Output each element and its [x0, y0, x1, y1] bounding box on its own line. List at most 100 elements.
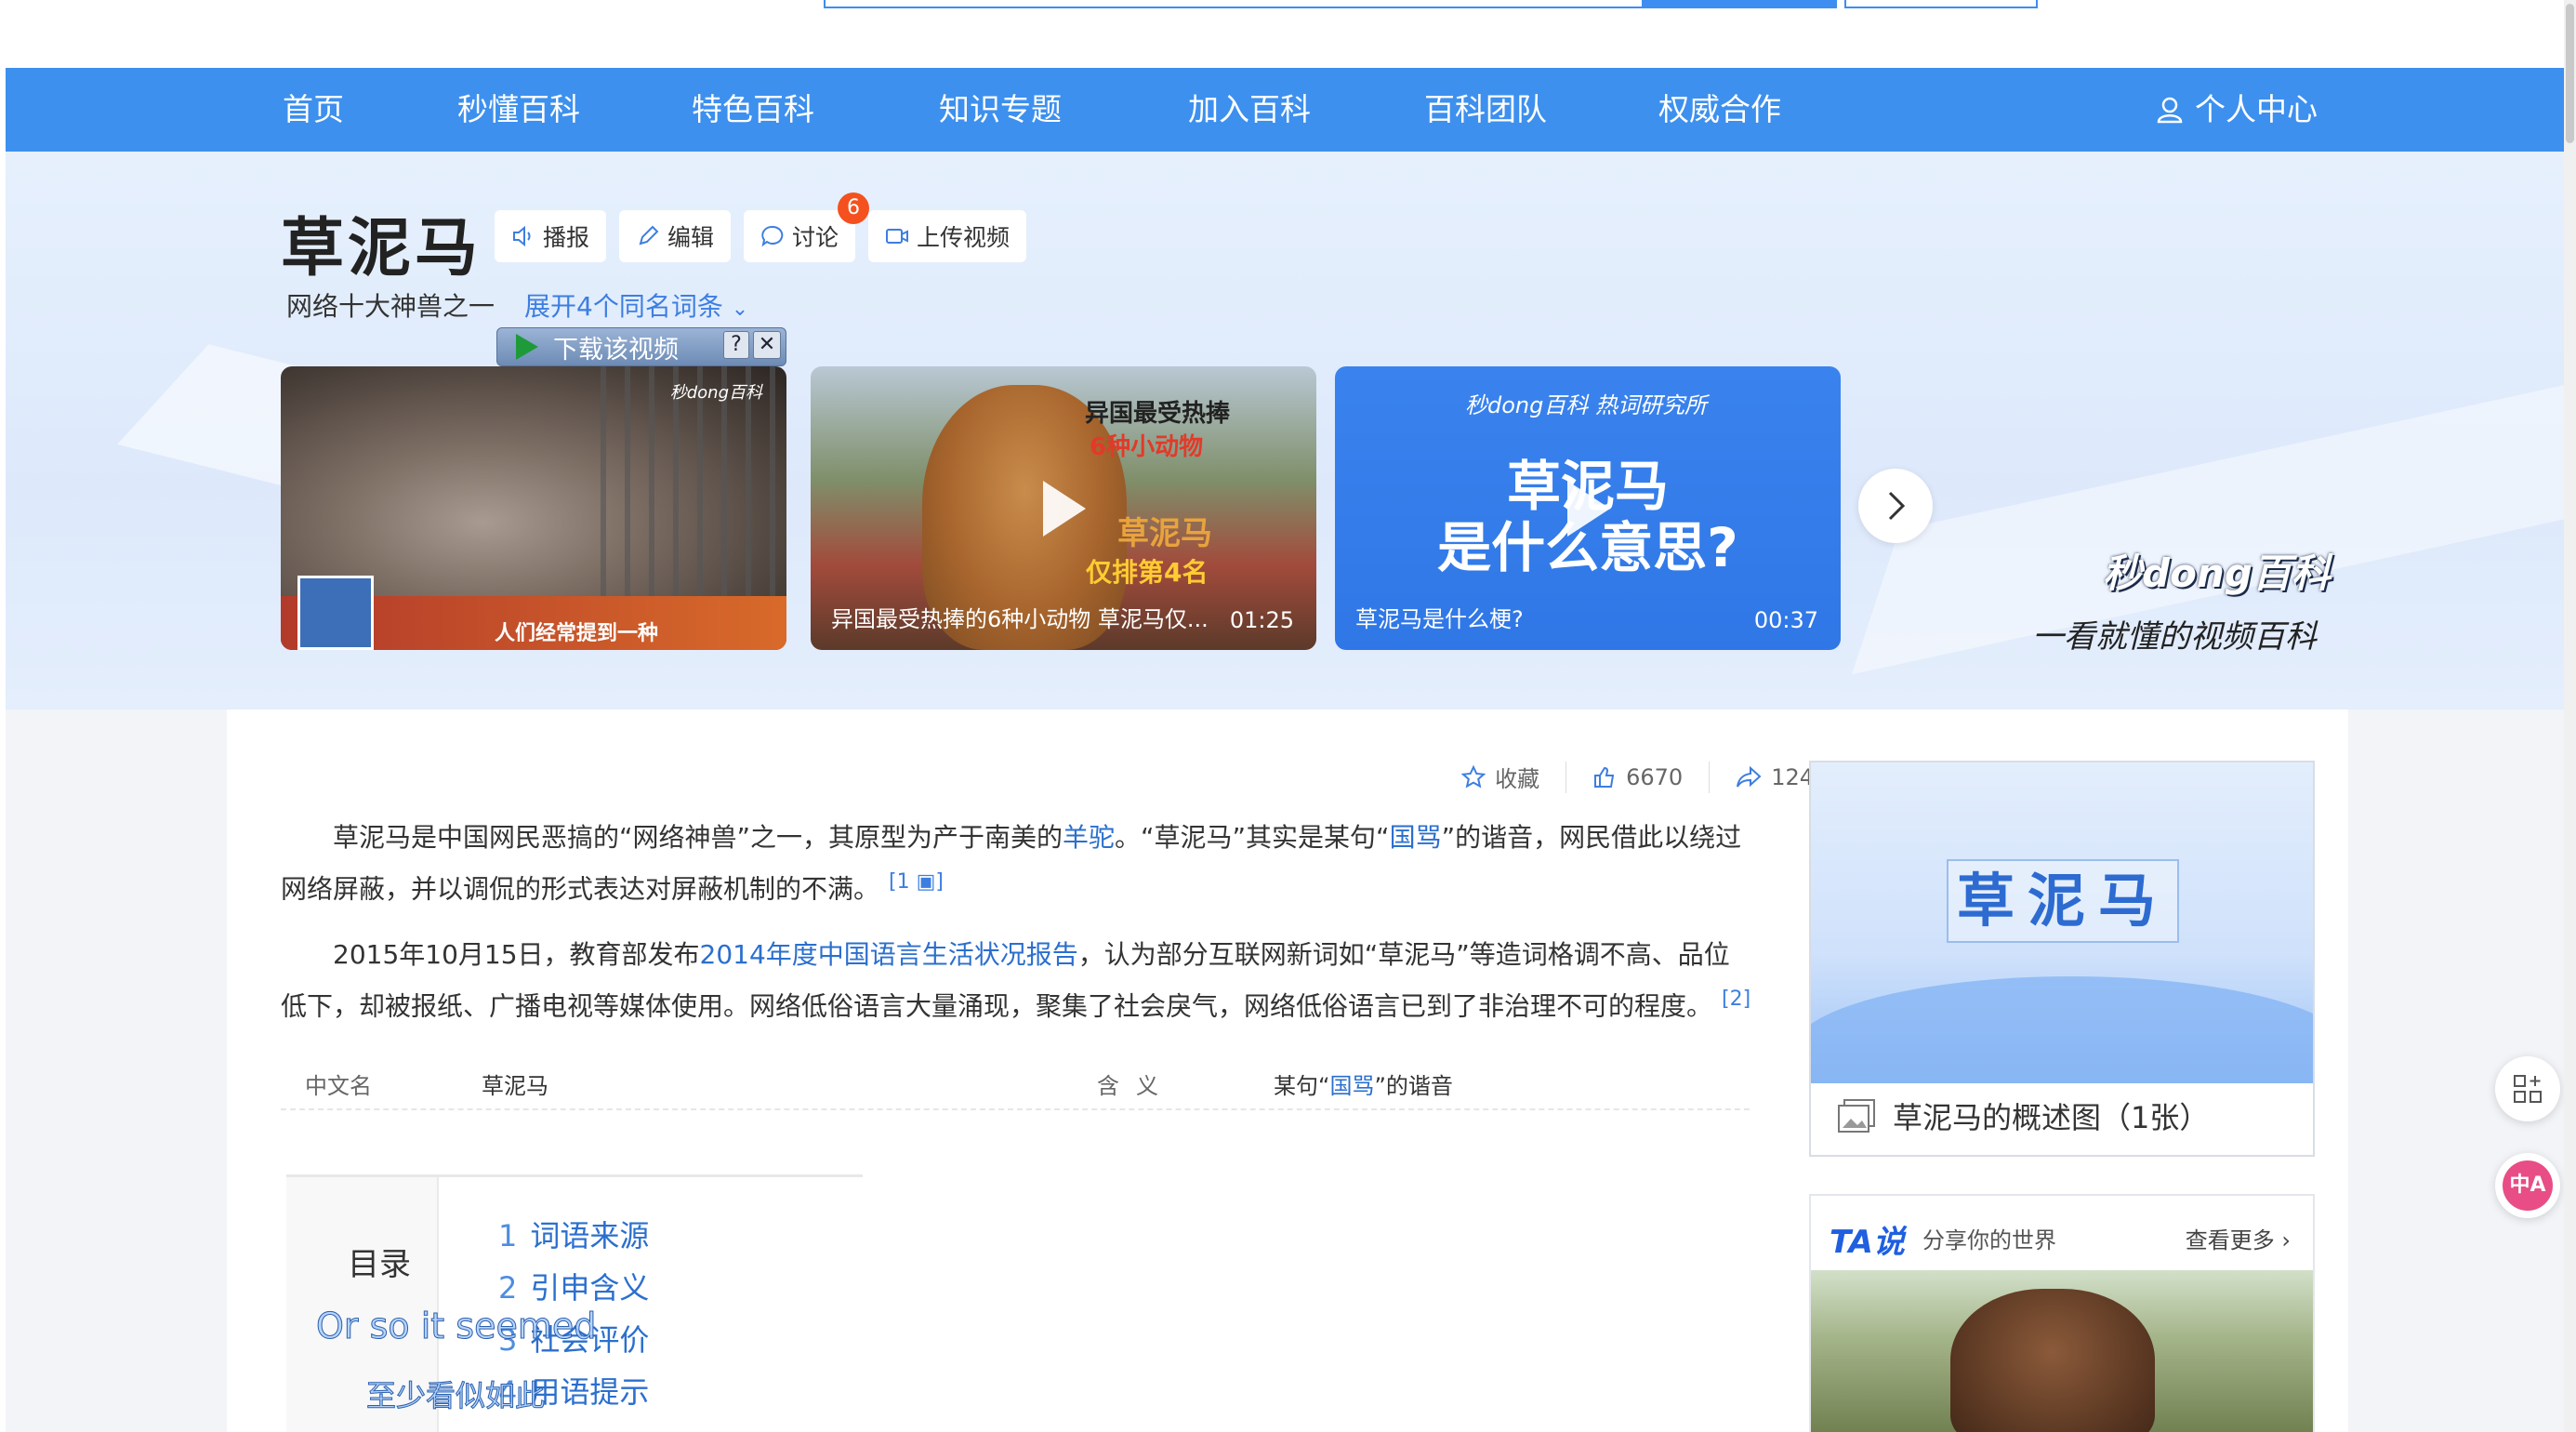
expand-homonyms-label: 展开4个同名词条 — [524, 291, 723, 322]
info-value-text: ”的谐音 — [1374, 1073, 1453, 1099]
info-value: 某句“国骂”的谐音 — [1274, 1067, 1453, 1100]
add-widget-button[interactable] — [2495, 1056, 2560, 1121]
video-overlay-text: 仅排第4名 — [1086, 557, 1209, 588]
share-icon — [1737, 765, 1762, 788]
edit-button[interactable]: 编辑 — [619, 210, 732, 262]
info-key: 含义 — [1097, 1073, 1175, 1099]
main-nav: 首页 秒懂百科 特色百科 知识专题 加入百科 百科团队 权威合作 个人中心 — [6, 68, 2564, 152]
language-report-link[interactable]: 2014年度中国语言生活状况报告 — [700, 939, 1078, 970]
summary-paragraph-1: 草泥马是中国网民恶搞的“网络神兽”之一，其原型为产于南美的羊驼。“草泥马”其实是… — [281, 815, 1754, 911]
guoma-link[interactable]: 国骂 — [1329, 1073, 1374, 1099]
brand-slogan: 一看就懂的视频百科 — [2032, 618, 2317, 656]
guoma-link[interactable]: 国骂 — [1390, 822, 1442, 853]
nav-item-home[interactable]: 首页 — [283, 68, 344, 152]
reference-2[interactable]: [2] — [1722, 988, 1750, 1011]
summary-decoration — [1811, 976, 2313, 1083]
nav-item-miaodong[interactable]: 秒懂百科 — [457, 68, 580, 152]
toc-label: 引申含义 — [530, 1270, 650, 1306]
carousel-next-button[interactable] — [1858, 469, 1933, 543]
chat-bubble-icon — [761, 225, 784, 247]
like-button[interactable]: 6670 — [1592, 764, 1683, 790]
favorite-button[interactable]: 收藏 — [1461, 761, 1539, 793]
video-camera-icon — [886, 229, 908, 244]
user-center-label: 个人中心 — [2195, 91, 2318, 127]
page-scrollbar[interactable] — [2564, 0, 2576, 1432]
video-card-3[interactable]: 秒dong百科 热词研究所 草泥马 是什么意思? 草泥马是什么梗? 00:37 — [1335, 366, 1841, 650]
toc-number: 2 — [498, 1270, 518, 1306]
speaker-icon — [513, 225, 531, 247]
tashuo-logo: TA说 — [1830, 1224, 1905, 1261]
toc-item[interactable]: 2 引申含义 — [498, 1265, 649, 1307]
upload-video-label: 上传视频 — [917, 224, 1011, 251]
nav-item-cooperation[interactable]: 权威合作 — [1658, 68, 1781, 152]
info-key: 中文名 — [305, 1073, 372, 1099]
video-duration: 00:37 — [1753, 607, 1818, 633]
summary-image-title: 草泥马 — [1947, 859, 2179, 943]
video-brand: 秒dong百科 热词研究所 — [1465, 392, 1707, 418]
summary-caption: 草泥马的概述图（1张） — [1837, 1094, 2209, 1137]
broadcast-button[interactable]: 播报 — [495, 210, 607, 262]
video-caption: 草泥马是什么梗? — [1355, 606, 1524, 632]
scrollbar-thumb[interactable] — [2566, 4, 2574, 143]
play-icon[interactable] — [1043, 480, 1086, 537]
broadcast-label: 播报 — [543, 224, 590, 251]
toc-title: 目录 — [348, 1246, 411, 1283]
expand-homonyms-link[interactable]: 展开4个同名词条 ⌄ — [524, 286, 748, 324]
toc-label: 用语提示 — [530, 1374, 650, 1410]
alpaca-link[interactable]: 羊驼 — [1063, 822, 1115, 853]
site-logo[interactable] — [531, 0, 810, 6]
video-card-1[interactable]: 人们经常提到一种 秒dong百科 — [281, 366, 786, 650]
divider — [1709, 761, 1711, 793]
video-overlay-text: 草泥马 — [1117, 515, 1212, 552]
summary-caption-text: 草泥马的概述图（1张） — [1893, 1100, 2210, 1135]
reference-1[interactable]: [1 ▣] — [889, 870, 944, 894]
secondary-search-button[interactable] — [1844, 0, 2038, 8]
divider — [1565, 761, 1567, 793]
help-button[interactable]: ? — [723, 331, 749, 359]
info-value: 草泥马 — [482, 1073, 548, 1099]
discuss-button[interactable]: 讨论 — [744, 210, 856, 262]
entry-actions: 收藏 6670 124 — [1461, 761, 1814, 793]
pencil-icon — [639, 225, 659, 245]
video-overlay-text: 人们经常提到一种 — [495, 622, 659, 645]
video-subtitle-en: Or so it seemed — [315, 1306, 597, 1347]
chevron-down-icon: ⌄ — [731, 298, 749, 321]
tashuo-card: TA说 分享你的世界 查看更多 › — [1809, 1194, 2315, 1432]
image-gallery-icon — [1838, 1099, 1875, 1133]
paragraph-text: 草泥马是中国网民恶搞的“网络神兽”之一，其原型为产于南美的 — [333, 822, 1063, 853]
share-count: 124 — [1771, 763, 1814, 790]
toc-item[interactable]: 1 词语来源 — [498, 1213, 649, 1255]
paragraph-text: 。“草泥马”其实是某句“ — [1115, 822, 1390, 853]
video-watermark: 秒dong百科 — [669, 383, 762, 403]
nav-item-topics[interactable]: 知识专题 — [939, 68, 1062, 152]
nav-item-featured[interactable]: 特色百科 — [692, 68, 814, 152]
nav-item-join[interactable]: 加入百科 — [1188, 68, 1311, 152]
chevron-right-icon — [1888, 491, 1906, 521]
top-search-strip — [6, 0, 2564, 68]
discuss-label: 讨论 — [792, 224, 839, 251]
info-value-text: 某句“ — [1274, 1073, 1330, 1099]
summary-paragraph-2: 2015年10月15日，教育部发布2014年度中国语言生活状况报告，认为部分互联… — [281, 933, 1754, 1028]
nav-item-team[interactable]: 百科团队 — [1424, 68, 1547, 152]
tashuo-subtitle: 分享你的世界 — [1922, 1227, 2056, 1253]
paragraph-text: 2015年10月15日，教育部发布 — [333, 939, 700, 970]
search-button[interactable] — [1642, 0, 1837, 8]
video-caption: 异国最受热捧的6种小动物 草泥马仅... — [831, 606, 1209, 632]
upload-video-button[interactable]: 上传视频 — [868, 210, 1027, 262]
share-button[interactable]: 124 — [1736, 764, 1814, 790]
video-card-2[interactable]: 异国最受热捧 6种小动物 草泥马 仅排第4名 异国最受热捧的6种小动物 草泥马仅… — [811, 366, 1316, 650]
close-button[interactable]: ✕ — [753, 331, 781, 359]
thumbs-up-icon — [1594, 766, 1615, 788]
page-title: 草泥马 — [281, 212, 482, 285]
entry-subtitle: 网络十大神兽之一 — [286, 291, 495, 322]
toc-label: 词语来源 — [530, 1218, 650, 1253]
user-center-link[interactable]: 个人中心 — [2156, 68, 2318, 152]
summary-image-card[interactable]: 草泥马 草泥马的概述图（1张） — [1809, 761, 2315, 1157]
see-more-link[interactable]: 查看更多 › — [2186, 1222, 2291, 1254]
translate-button[interactable]: 中A — [2495, 1153, 2560, 1218]
play-icon[interactable] — [1567, 480, 1610, 537]
tashuo-image[interactable] — [1811, 1270, 2313, 1432]
presenter-avatar — [297, 576, 374, 650]
favorite-label: 收藏 — [1495, 766, 1540, 792]
play-triangle-icon — [516, 334, 538, 360]
